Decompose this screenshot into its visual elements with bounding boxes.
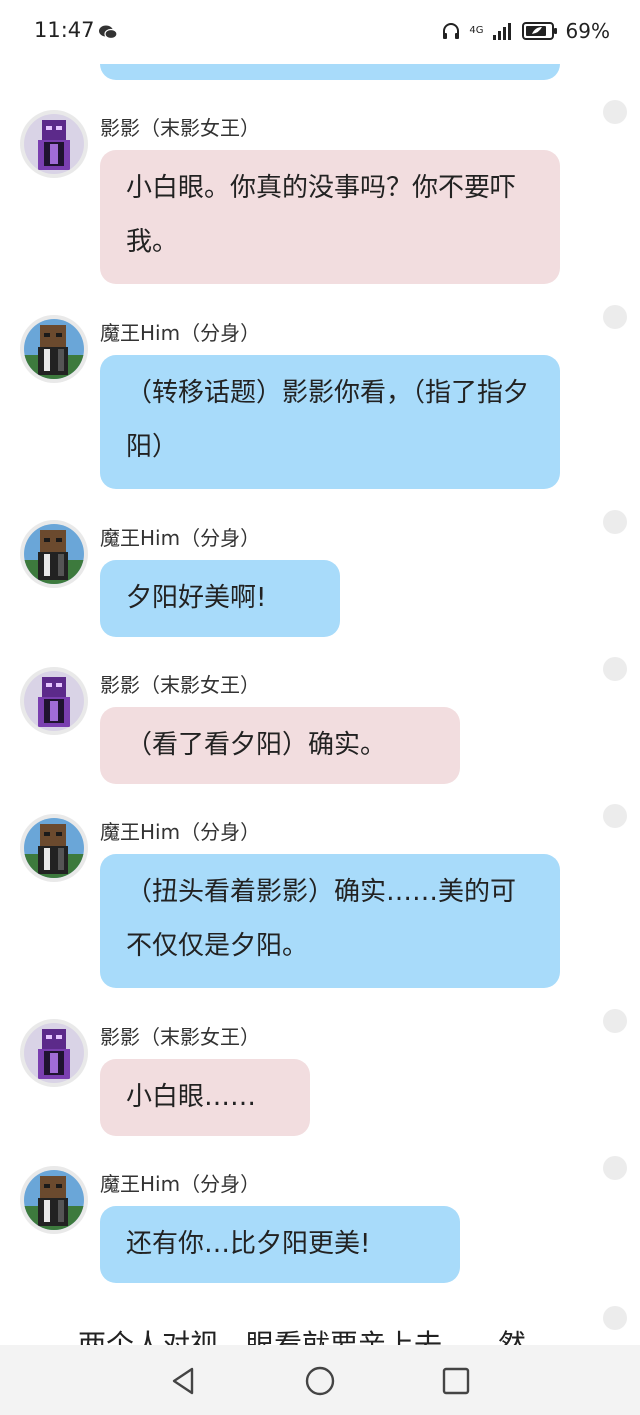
select-dot[interactable]: [603, 510, 627, 534]
back-icon[interactable]: [166, 1363, 202, 1399]
sender-name: 影影（末影女王）: [100, 116, 260, 140]
select-dot[interactable]: [603, 1306, 627, 1330]
demon-king-avatar-icon: [24, 818, 84, 878]
message-bubble[interactable]: 还有你…比夕阳更美!: [100, 1206, 460, 1283]
select-dot[interactable]: [603, 305, 627, 329]
avatar[interactable]: [20, 520, 88, 588]
demon-king-avatar-icon: [24, 524, 84, 584]
headphones-icon: [443, 23, 460, 39]
avatar[interactable]: [20, 667, 88, 735]
sender-name: 影影（末影女王）: [100, 673, 260, 697]
recents-icon[interactable]: [438, 1363, 474, 1399]
select-dot[interactable]: [603, 804, 627, 828]
home-icon[interactable]: [302, 1363, 338, 1399]
avatar[interactable]: [20, 110, 88, 178]
sender-name: 影影（末影女王）: [100, 1025, 260, 1049]
sender-name: 魔王Him（分身）: [100, 321, 261, 345]
sender-name: 魔王Him（分身）: [100, 820, 261, 844]
battery-icon: [521, 22, 557, 40]
message-bubble[interactable]: 小白眼……: [100, 1059, 310, 1136]
navigation-bar: [0, 1345, 640, 1415]
enderman-queen-avatar-icon: [24, 114, 84, 174]
demon-king-avatar-icon: [24, 319, 84, 379]
battery-percent: 69%: [565, 19, 610, 43]
select-dot[interactable]: [603, 100, 627, 124]
select-dot[interactable]: [603, 1156, 627, 1180]
select-dot[interactable]: [603, 657, 627, 681]
status-time: 11:47: [34, 18, 95, 42]
signal-icon: [492, 23, 511, 40]
enderman-queen-avatar-icon: [24, 671, 84, 731]
narration-text: 两个人对视，眼看就要亲上去……然: [78, 1328, 527, 1346]
message-bubble[interactable]: 夕阳好美啊!: [100, 560, 340, 637]
message-bubble[interactable]: 小白眼。你真的没事吗？你不要吓我。: [100, 150, 560, 284]
status-icons: 4G 69%: [441, 18, 610, 44]
avatar[interactable]: [20, 814, 88, 882]
sender-name: 魔王Him（分身）: [100, 526, 261, 550]
avatar[interactable]: [20, 1019, 88, 1087]
network-type: 4G: [469, 25, 484, 36]
sender-name: 魔王Him（分身）: [100, 1172, 261, 1196]
select-dot[interactable]: [603, 1009, 627, 1033]
avatar[interactable]: [20, 315, 88, 383]
enderman-queen-avatar-icon: [24, 1023, 84, 1083]
message-bubble[interactable]: （扭头看着影影）确实……美的可不仅仅是夕阳。: [100, 854, 560, 988]
demon-king-avatar-icon: [24, 1170, 84, 1230]
status-bar: 11:47 4G 69%: [0, 0, 640, 64]
message-bubble[interactable]: （转移话题）影影你看，（指了指夕阳）: [100, 355, 560, 489]
message-bubble[interactable]: （看了看夕阳）确实。: [100, 707, 460, 784]
avatar[interactable]: [20, 1166, 88, 1234]
wechat-icon: [99, 25, 118, 40]
